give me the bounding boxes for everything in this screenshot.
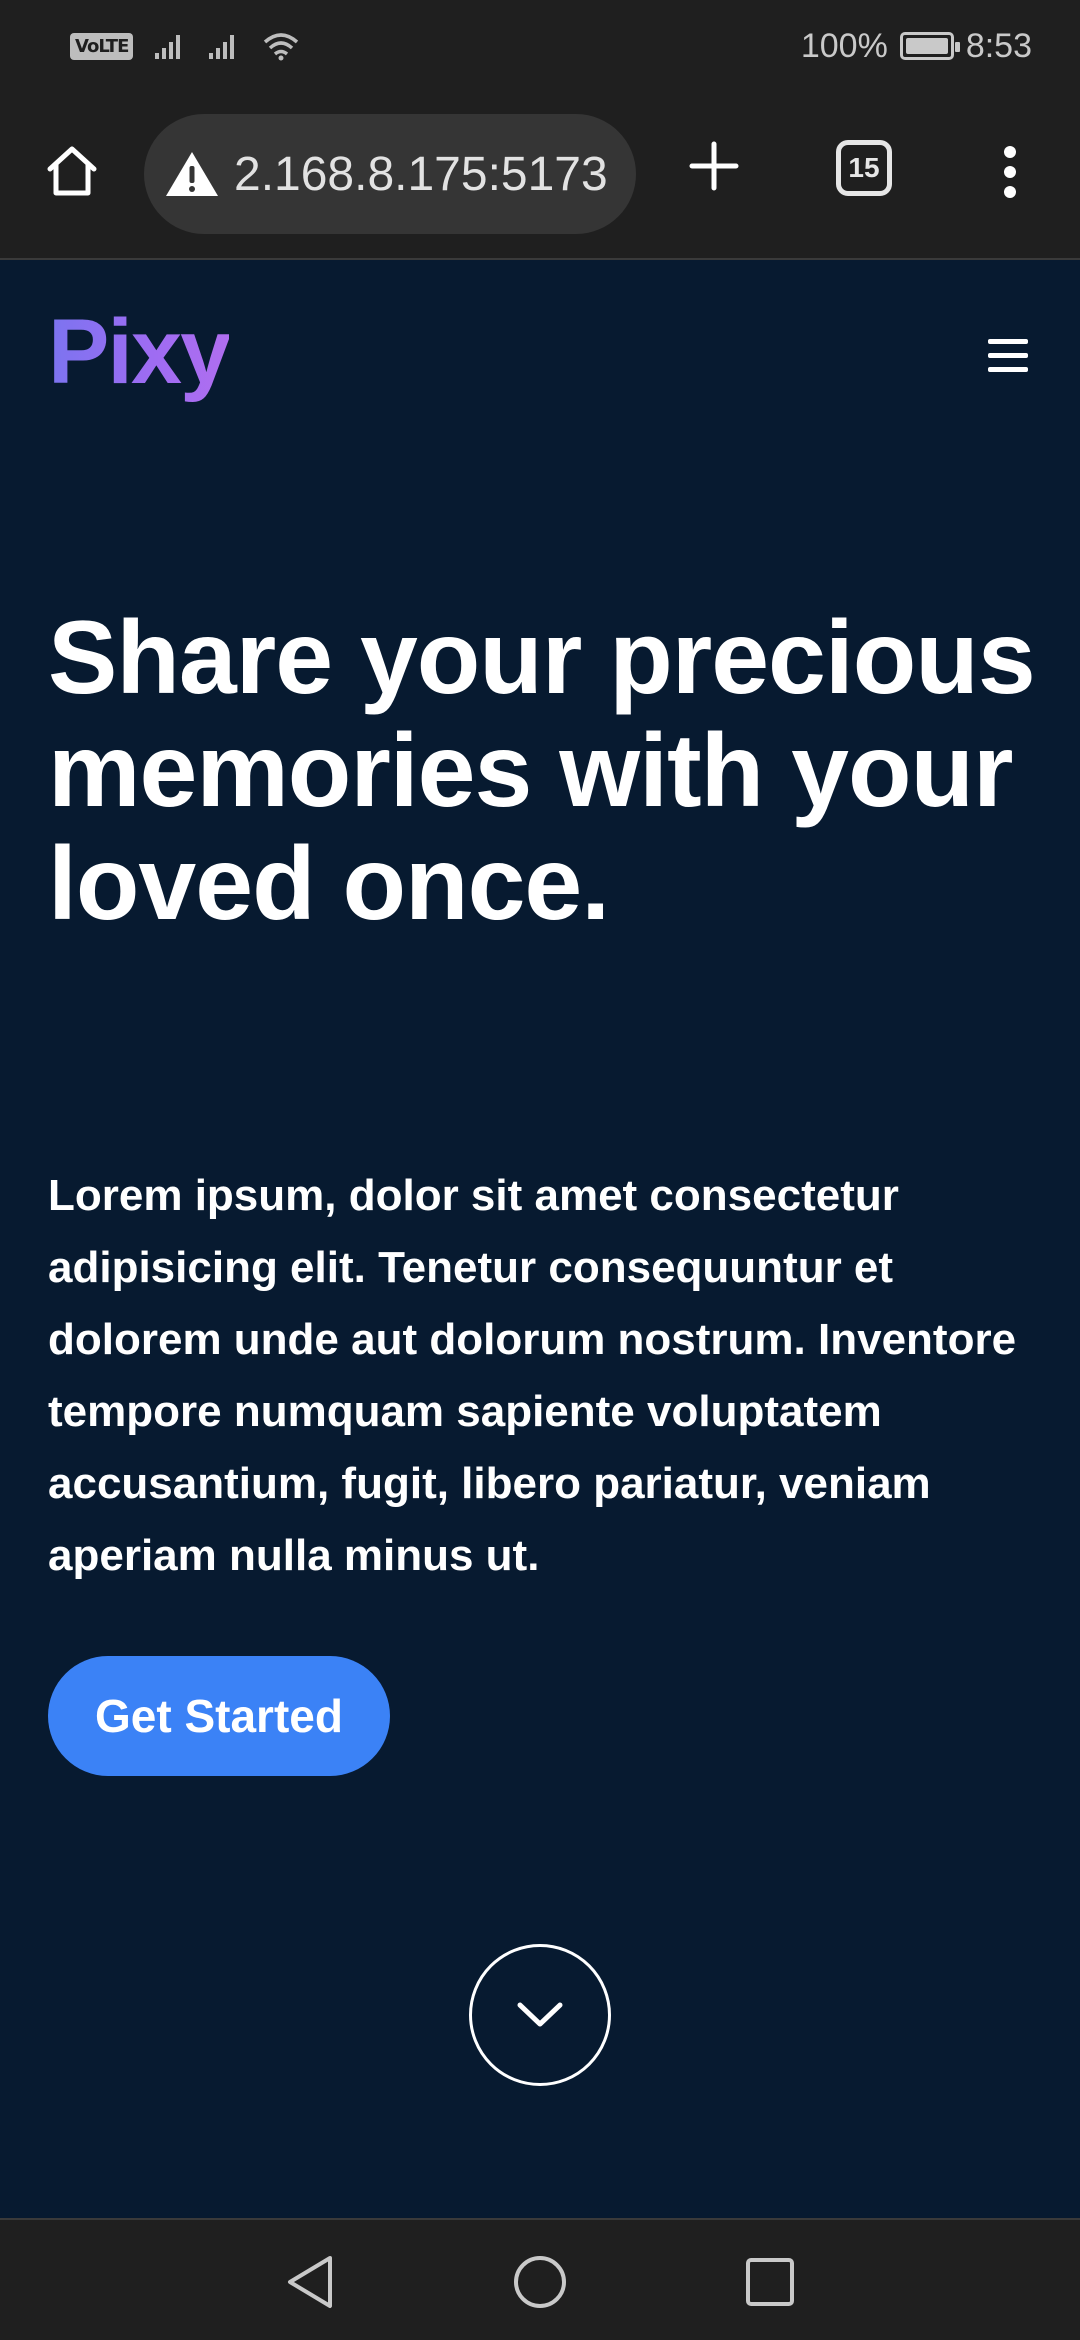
- warning-icon: [166, 152, 218, 196]
- hero-title: Share your precious memories with your l…: [48, 600, 1036, 942]
- hamburger-icon: [988, 339, 1028, 372]
- more-vertical-icon: [1004, 146, 1016, 198]
- back-triangle-icon: [288, 2256, 332, 2308]
- signal-strength-icon: [155, 35, 181, 59]
- browser-menu-button[interactable]: [990, 136, 1030, 208]
- status-right-info: 100% 8:53: [801, 27, 1032, 66]
- battery-icon: [899, 32, 960, 60]
- system-navigation-bar: [0, 2218, 1080, 2340]
- scroll-down-button[interactable]: [469, 1944, 611, 2086]
- web-page: Pixy Share your precious memories with y…: [0, 262, 1080, 2218]
- home-icon: [47, 146, 97, 196]
- home-nav-button[interactable]: [510, 2252, 570, 2312]
- url-text: 2.168.8.175:5173: [234, 147, 608, 201]
- hero-description: Lorem ipsum, dolor sit amet consectetur …: [48, 1171, 1017, 1580]
- home-circle-icon: [514, 2256, 566, 2308]
- battery-percent: 100%: [800, 26, 888, 65]
- tab-count: 15: [848, 152, 880, 183]
- site-logo[interactable]: Pixy: [48, 300, 231, 405]
- home-button[interactable]: [38, 136, 106, 206]
- new-tab-button[interactable]: [684, 136, 744, 196]
- browser-toolbar: 2.168.8.175:5173 15: [0, 92, 1080, 260]
- status-bar: VoLTE 100% 8:53: [0, 0, 1080, 92]
- nav-menu-button[interactable]: [986, 336, 1030, 376]
- tab-switcher-button[interactable]: 15: [836, 140, 892, 196]
- back-button[interactable]: [280, 2252, 340, 2312]
- plus-icon: [689, 141, 739, 191]
- address-bar[interactable]: 2.168.8.175:5173: [144, 114, 636, 234]
- recents-square-icon: [746, 2258, 794, 2306]
- signal-strength-2-icon: [209, 35, 235, 59]
- status-left-icons: VoLTE: [70, 30, 301, 62]
- recents-button[interactable]: [740, 2252, 800, 2312]
- clock: 8:53: [965, 26, 1032, 65]
- wifi-icon: [264, 33, 299, 61]
- volte-badge: VoLTE: [70, 32, 134, 60]
- get-started-button[interactable]: Get Started: [48, 1656, 390, 1776]
- chevron-down-icon: [517, 2002, 563, 2027]
